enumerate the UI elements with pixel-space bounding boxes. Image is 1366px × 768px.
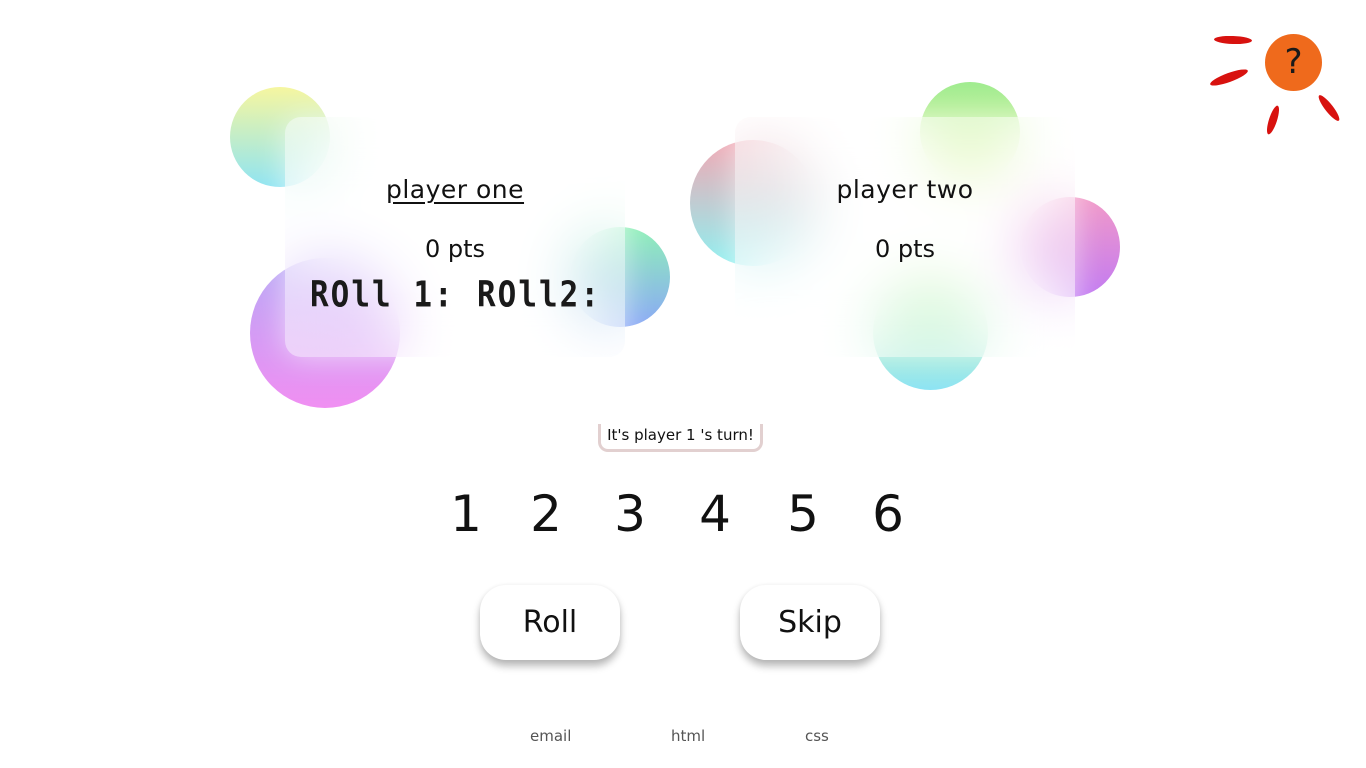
game-page: player one 0 pts ROll 1: ROll2: player t… (0, 0, 1366, 768)
die-value-1[interactable]: 1 (441, 485, 491, 543)
turn-indicator: It's player 1 's turn! (598, 424, 763, 452)
player-one-card: player one 0 pts ROll 1: ROll2: (285, 117, 625, 357)
skip-button[interactable]: Skip (740, 585, 880, 660)
player-two-name: player two (836, 175, 974, 204)
footer-css-link[interactable]: css (805, 727, 829, 745)
roll-button[interactable]: Roll (480, 585, 620, 660)
footer-html-link[interactable]: html (671, 727, 705, 745)
die-value-5[interactable]: 5 (778, 485, 828, 543)
sun-ray-decoration (1315, 92, 1343, 124)
die-value-2[interactable]: 2 (521, 485, 571, 543)
player-one-points: 0 pts (424, 235, 486, 263)
die-value-6[interactable]: 6 (863, 485, 913, 543)
die-value-4[interactable]: 4 (690, 485, 740, 543)
player-one-name: player one (385, 175, 525, 204)
footer-email-link[interactable]: email (530, 727, 571, 745)
help-button[interactable]: ? (1265, 34, 1322, 91)
sun-ray-decoration (1264, 104, 1282, 136)
roll-two-label: ROll2: (477, 274, 601, 316)
dice-row: 1 2 3 4 5 6 (0, 485, 1366, 555)
player-two-card: player two 0 pts (735, 117, 1075, 357)
sun-ray-decoration (1208, 66, 1250, 89)
die-value-3[interactable]: 3 (605, 485, 655, 543)
sun-ray-decoration (1213, 35, 1253, 45)
player-two-points: 0 pts (874, 235, 936, 263)
question-mark-icon: ? (1284, 42, 1303, 82)
roll-one-label: ROll 1: (310, 274, 455, 316)
